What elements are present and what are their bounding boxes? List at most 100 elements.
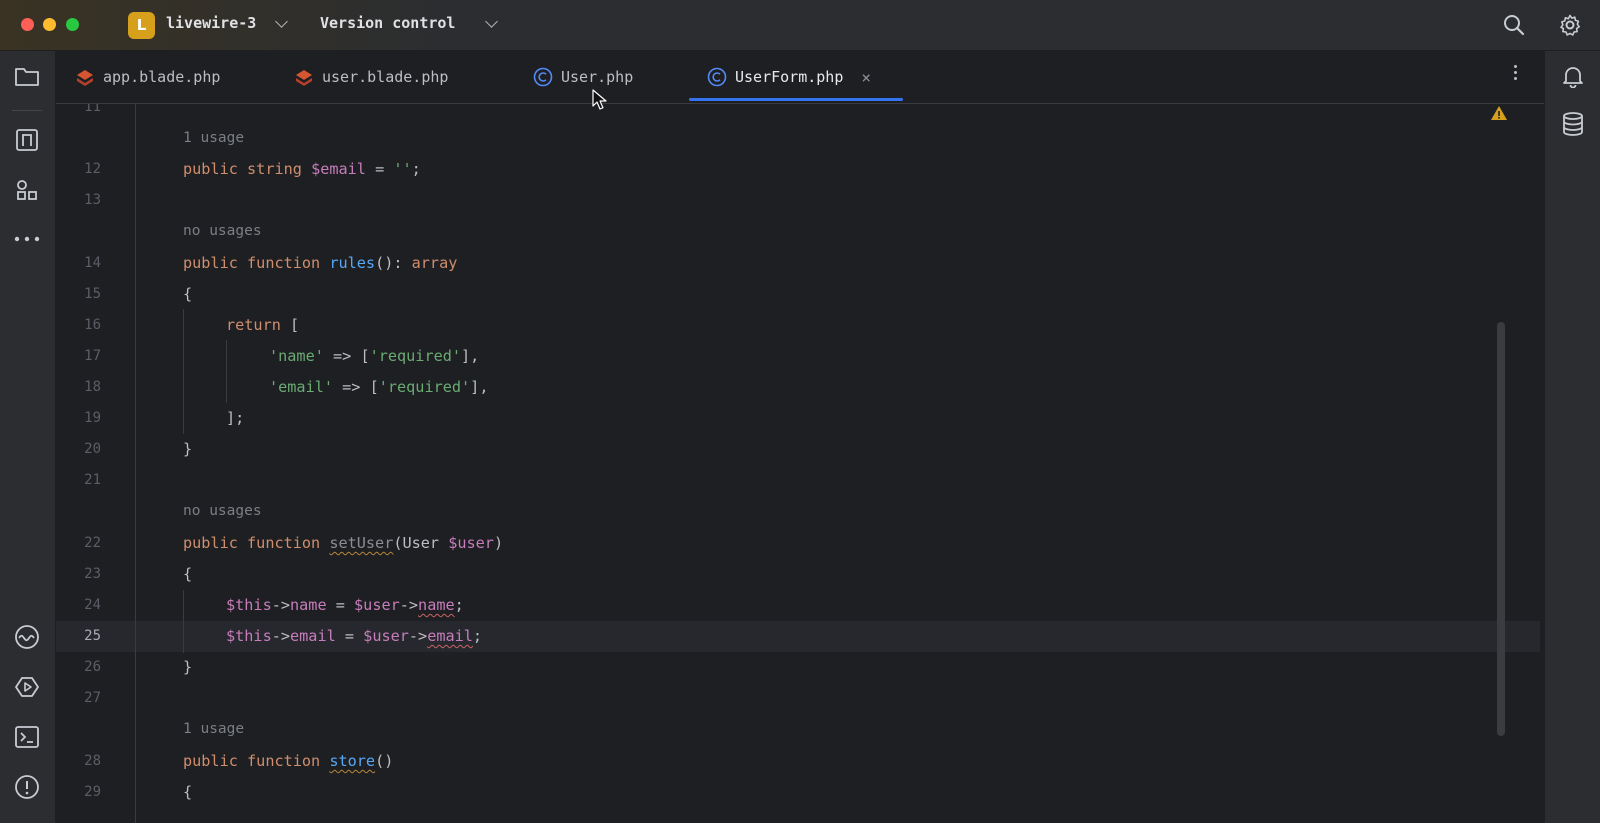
- bell-icon[interactable]: [1558, 61, 1588, 91]
- line-number: 28: [84, 753, 101, 769]
- string: 'email': [269, 378, 334, 396]
- variable: $user: [448, 534, 494, 552]
- code-line-29: {: [183, 783, 193, 801]
- minimize-window-button[interactable]: [43, 18, 56, 31]
- keyword: public: [183, 160, 238, 178]
- left-tool-strip: [0, 51, 56, 823]
- string: 'name': [269, 347, 324, 365]
- line-number: 18: [84, 379, 101, 395]
- operator: =: [335, 627, 364, 645]
- code-line-15: {: [183, 285, 193, 303]
- keyword: string: [247, 160, 302, 178]
- project-selector[interactable]: livewire-3: [166, 14, 256, 32]
- variable: $user: [363, 627, 409, 645]
- active-tab-indicator: [689, 98, 903, 101]
- operator: ->: [399, 596, 419, 614]
- zoom-window-button[interactable]: [66, 18, 79, 31]
- punctuation: [: [280, 316, 300, 334]
- punctuation: ;: [454, 596, 464, 614]
- code-line-25: $this->email = $user->email;: [226, 627, 482, 645]
- line-number: 22: [84, 535, 101, 551]
- keyword: return: [226, 316, 281, 334]
- keyword: public: [183, 254, 238, 272]
- keyword: public: [183, 752, 238, 770]
- title-bar: L livewire-3 Version control: [0, 0, 1600, 51]
- usage-hint[interactable]: 1 usage: [183, 130, 244, 146]
- problems-icon[interactable]: [12, 772, 42, 802]
- line-number: 27: [84, 690, 101, 706]
- chevron-down-icon[interactable]: [275, 15, 288, 28]
- code-line-17: 'name' => ['required'],: [269, 347, 479, 365]
- line-number: 20: [84, 441, 101, 457]
- property: email: [290, 627, 336, 645]
- line-number: 21: [84, 472, 101, 488]
- tab-user-php[interactable]: User.php: [533, 51, 633, 103]
- code-line-20: }: [183, 440, 193, 458]
- tab-app-blade[interactable]: app.blade.php: [75, 51, 220, 103]
- tab-label: User.php: [561, 68, 634, 86]
- punctuation: ():: [375, 254, 412, 272]
- services-icon[interactable]: [12, 622, 42, 652]
- line-number: 29: [84, 784, 101, 800]
- folder-icon[interactable]: [12, 61, 42, 91]
- line-number: 16: [84, 317, 101, 333]
- line-number: 24: [84, 597, 101, 613]
- close-window-button[interactable]: [21, 18, 34, 31]
- right-tool-strip: [1544, 51, 1600, 823]
- usage-hint[interactable]: 1 usage: [183, 721, 244, 737]
- operator: ->: [271, 627, 291, 645]
- operator: ->: [408, 627, 428, 645]
- code-line-24: $this->name = $user->name;: [226, 596, 464, 614]
- search-icon[interactable]: [1500, 11, 1528, 39]
- keyword: public: [183, 534, 238, 552]
- project-badge[interactable]: L: [128, 12, 155, 39]
- more-icon[interactable]: [12, 224, 42, 254]
- line-number: 11: [84, 104, 101, 115]
- usage-hint[interactable]: no usages: [183, 223, 262, 239]
- database-icon[interactable]: [1558, 109, 1588, 139]
- php-class-icon: [707, 67, 727, 87]
- type-hint: (User: [393, 534, 449, 552]
- warning-icon[interactable]: [1490, 104, 1508, 122]
- indent-guide: [226, 340, 227, 403]
- operator: => [: [333, 378, 379, 396]
- structure-icon[interactable]: [12, 125, 42, 155]
- chevron-down-icon[interactable]: [485, 15, 498, 28]
- line-number: 17: [84, 348, 101, 364]
- php-class-icon: [533, 67, 553, 87]
- vertical-scrollbar[interactable]: [1497, 322, 1505, 736]
- code-line-16: return [: [226, 316, 299, 334]
- string: 'required': [378, 378, 471, 396]
- divider: [12, 110, 42, 111]
- run-icon[interactable]: [12, 672, 42, 702]
- indent-guide: [183, 590, 184, 653]
- code-line-12: public string $email = '';: [183, 160, 421, 178]
- property: name: [418, 596, 455, 614]
- variable: $email: [311, 160, 366, 178]
- close-icon[interactable]: ×: [861, 68, 871, 87]
- plugins-icon[interactable]: [12, 175, 42, 205]
- code-line-26: }: [183, 658, 193, 676]
- tab-userform-php[interactable]: UserForm.php ×: [707, 51, 871, 103]
- terminal-icon[interactable]: [12, 722, 42, 752]
- tab-label: user.blade.php: [322, 68, 449, 86]
- tab-label: UserForm.php: [735, 68, 844, 86]
- tab-user-blade[interactable]: user.blade.php: [294, 51, 448, 103]
- keyword: function: [247, 752, 321, 770]
- string: '': [393, 160, 412, 178]
- version-control-menu[interactable]: Version control: [320, 14, 455, 32]
- code-line-18: 'email' => ['required'],: [269, 378, 488, 396]
- gear-icon[interactable]: [1556, 11, 1584, 39]
- code-editor[interactable]: 11 1 usage 12 13 no usages 14 15 16 17 1…: [56, 104, 1544, 823]
- operator: ->: [271, 596, 291, 614]
- punctuation: ],: [461, 347, 480, 365]
- usage-hint[interactable]: no usages: [183, 503, 262, 519]
- property: email: [427, 627, 473, 645]
- keyword: array: [411, 254, 458, 272]
- tab-menu-icon[interactable]: [1510, 62, 1520, 92]
- function-name: store: [329, 752, 376, 770]
